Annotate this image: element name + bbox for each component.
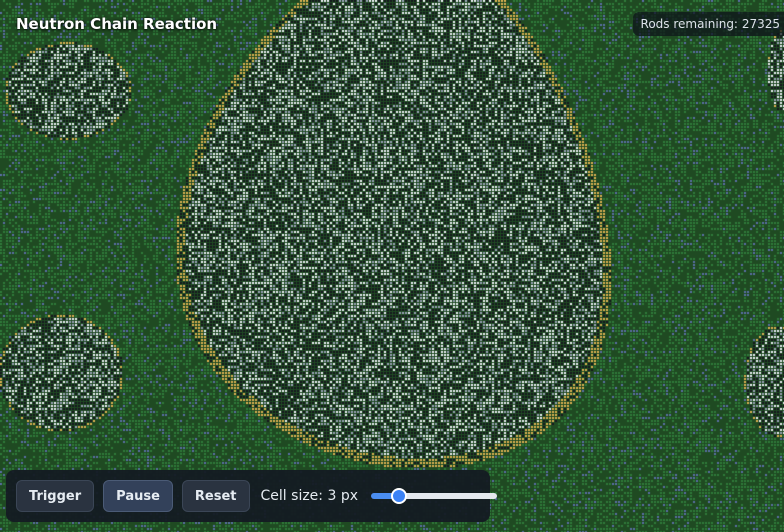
trigger-button[interactable]: Trigger (16, 480, 95, 512)
rods-remaining-label: Rods remaining: (640, 17, 738, 31)
cell-size-label: Cell size: 3 px (261, 488, 358, 504)
cell-size-prefix: Cell size: (260, 488, 324, 504)
control-toolbar: Trigger Pause Reset Cell size: 3 px (6, 470, 498, 522)
simulation-stage: Neutron Chain Reaction Rods remaining: 2… (0, 0, 784, 532)
rods-remaining-count: 27325 (741, 17, 780, 31)
cell-size-unit: px (340, 488, 359, 504)
cell-size-slider[interactable] (371, 493, 498, 499)
reset-button[interactable]: Reset (181, 480, 250, 512)
page-title: Neutron Chain Reaction (16, 15, 218, 33)
rods-remaining-badge: Rods remaining: 27325 (632, 12, 784, 36)
cell-size-value: 3 (327, 488, 337, 504)
pause-button[interactable]: Pause (103, 480, 173, 512)
simulation-canvas[interactable] (0, 0, 784, 532)
